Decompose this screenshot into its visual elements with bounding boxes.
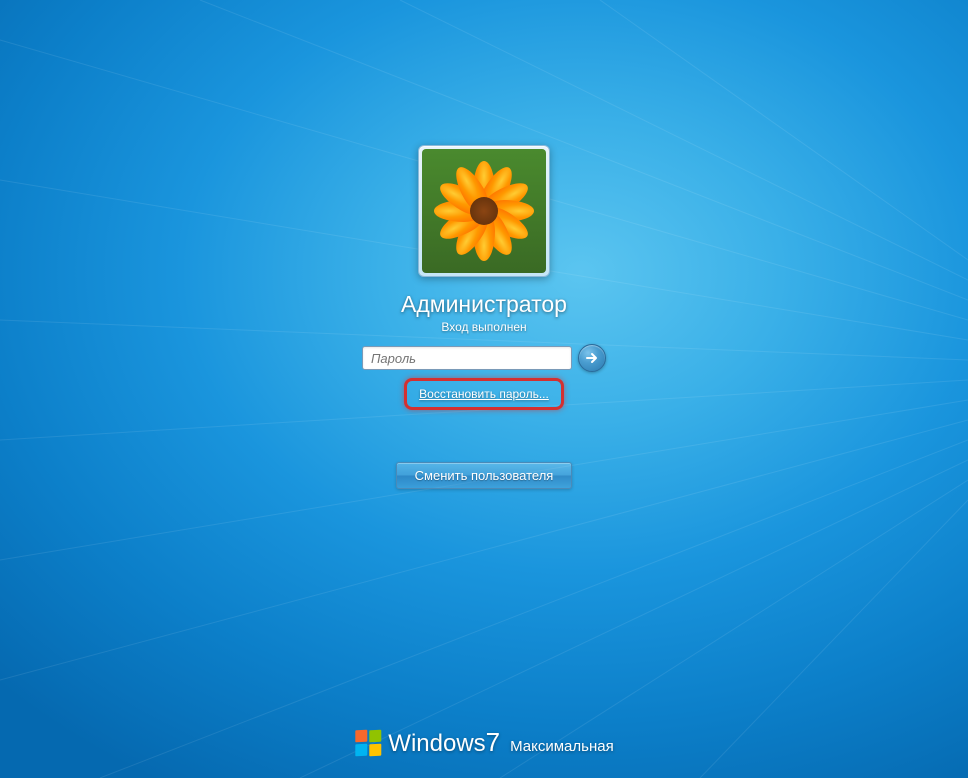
username-label: Администратор [401,291,567,318]
os-branding: Windows7 Максимальная [354,727,613,758]
reset-password-link[interactable]: Восстановить пароль... [419,387,549,401]
password-input[interactable] [362,346,572,370]
reset-password-highlight: Восстановить пароль... [404,378,564,410]
os-version-text: 7 [486,727,500,757]
login-panel: Администратор Вход выполнен Восстановить… [362,145,606,489]
os-name: Windows7 [388,727,500,758]
password-row [362,344,606,372]
avatar-image [422,149,546,273]
arrow-right-icon [584,350,600,366]
os-edition: Максимальная [510,738,614,758]
switch-user-button[interactable]: Сменить пользователя [396,462,573,489]
os-name-text: Windows [388,730,485,757]
submit-button[interactable] [578,344,606,372]
windows-logo-icon [354,729,382,757]
avatar-frame [418,145,550,277]
login-status-label: Вход выполнен [441,320,526,334]
